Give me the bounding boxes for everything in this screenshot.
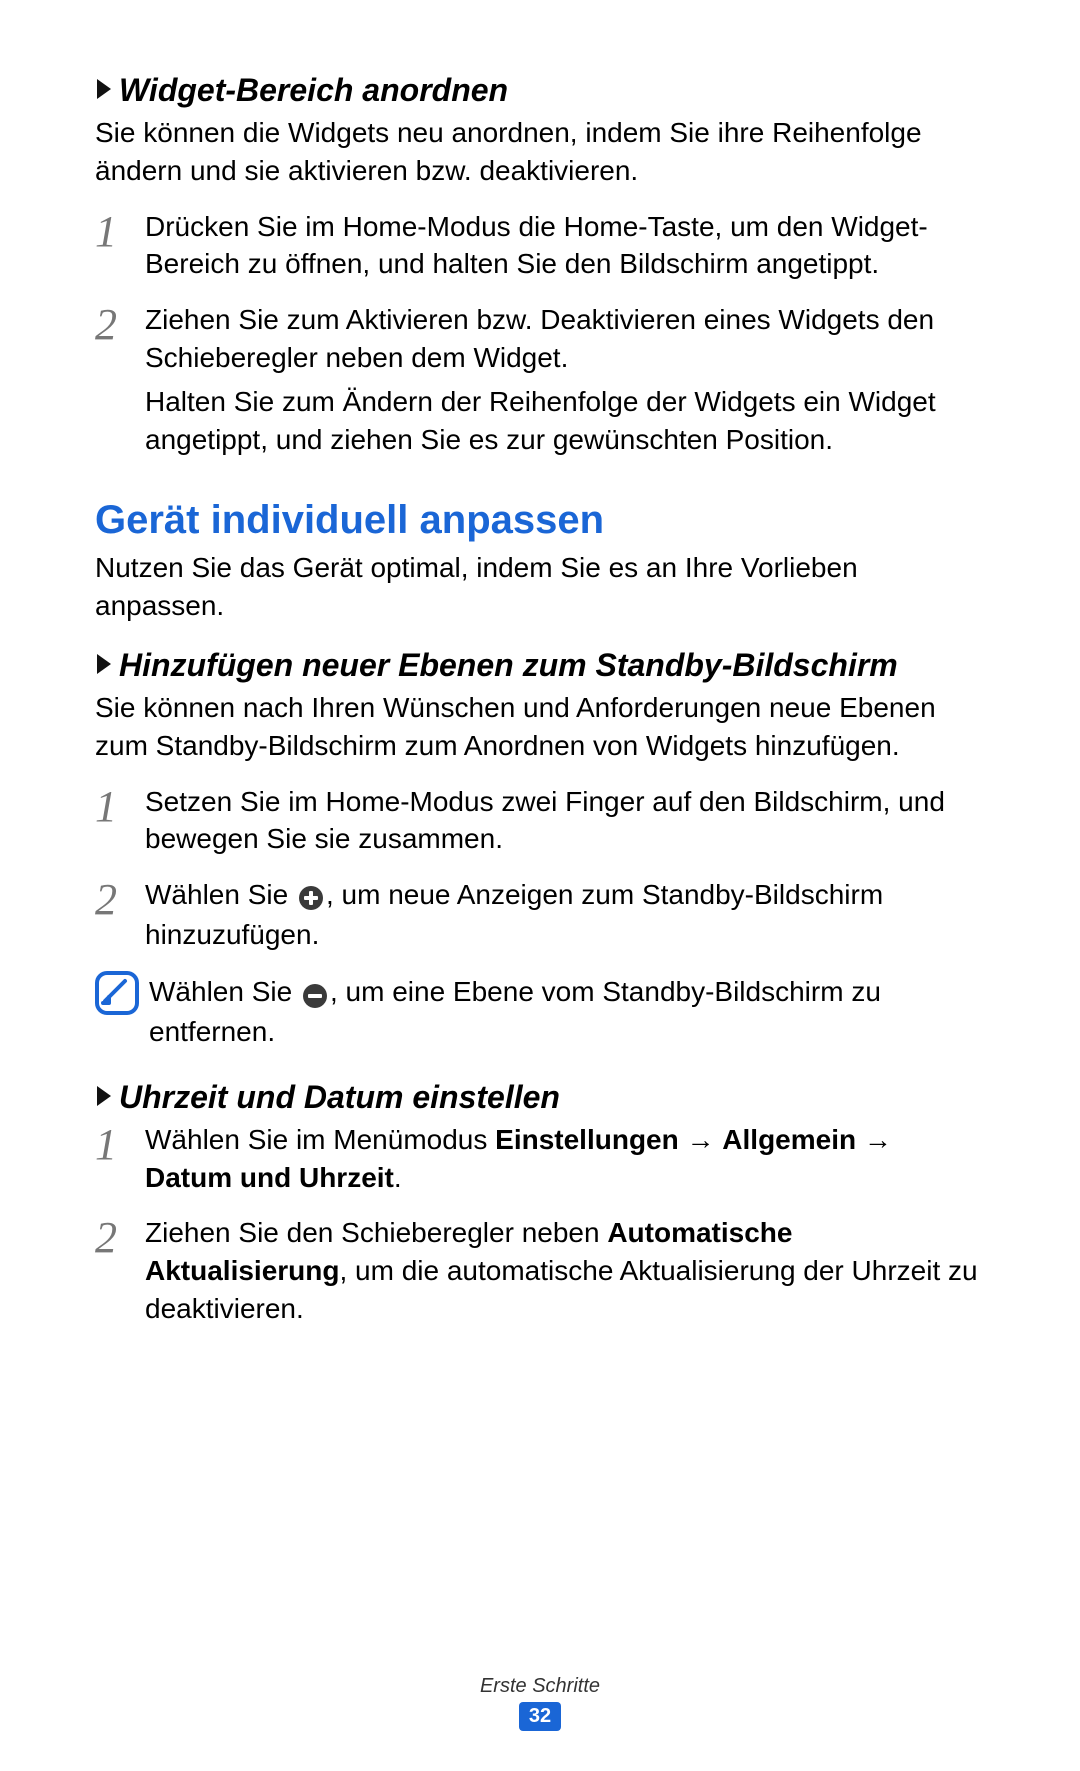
note: Wählen Sie , um eine Ebene vom Standby-B… xyxy=(95,971,985,1050)
text-part: Wählen Sie xyxy=(145,879,296,910)
text-part: → xyxy=(679,1124,723,1155)
minus-circle-icon xyxy=(302,975,328,1013)
footer-text: Erste Schritte xyxy=(0,1675,1080,1698)
intro-add-layers: Sie können nach Ihren Wünschen und Anfor… xyxy=(95,689,985,765)
step-2: 2 Wählen Sie , um neue Anzeigen zum Stan… xyxy=(95,876,985,953)
note-icon xyxy=(95,971,145,1020)
step-2: 2 Ziehen Sie zum Aktivieren bzw. Deaktiv… xyxy=(95,301,985,458)
heading-text: Uhrzeit und Datum einstellen xyxy=(119,1079,560,1115)
chevron-right-icon xyxy=(95,645,113,685)
step-text: Wählen Sie im Menümodus Einstellungen → … xyxy=(145,1121,985,1197)
page-number: 32 xyxy=(519,1702,561,1731)
step-text: Setzen Sie im Home-Modus zwei Finger auf… xyxy=(145,783,985,859)
text-part: . xyxy=(394,1162,402,1193)
step-text: Ziehen Sie zum Aktivieren bzw. Deaktivie… xyxy=(145,301,985,458)
intro-customize: Nutzen Sie das Gerät optimal, indem Sie … xyxy=(95,549,985,625)
intro-widget-area: Sie können die Widgets neu anordnen, ind… xyxy=(95,114,985,190)
step-number: 1 xyxy=(95,208,145,284)
heading-time-date: Uhrzeit und Datum einstellen xyxy=(95,1077,985,1117)
text-part: Wählen Sie im Menümodus xyxy=(145,1124,495,1155)
page: Widget-Bereich anordnen Sie können die W… xyxy=(0,0,1080,1771)
step-text: Wählen Sie , um neue Anzeigen zum Standb… xyxy=(145,876,985,953)
step-number: 2 xyxy=(95,876,145,953)
step-number: 2 xyxy=(95,301,145,458)
chevron-right-icon xyxy=(95,70,113,110)
page-footer: Erste Schritte 32 xyxy=(0,1675,1080,1731)
heading-add-layers: Hinzufügen neuer Ebenen zum Standby-Bild… xyxy=(95,645,985,685)
step-text-line: Ziehen Sie zum Aktivieren bzw. Deaktivie… xyxy=(145,301,985,377)
step-1: 1 Wählen Sie im Menümodus Einstellungen … xyxy=(95,1121,985,1197)
text-part: Wählen Sie xyxy=(149,976,300,1007)
step-2: 2 Ziehen Sie den Schieberegler neben Aut… xyxy=(95,1214,985,1327)
heading-text: Widget-Bereich anordnen xyxy=(119,72,508,108)
note-text: Wählen Sie , um eine Ebene vom Standby-B… xyxy=(145,971,985,1050)
heading-text: Hinzufügen neuer Ebenen zum Standby-Bild… xyxy=(119,647,898,683)
step-1: 1 Drücken Sie im Home-Modus die Home-Tas… xyxy=(95,208,985,284)
chevron-right-icon xyxy=(95,1077,113,1117)
step-text: Ziehen Sie den Schieberegler neben Autom… xyxy=(145,1214,985,1327)
step-number: 1 xyxy=(95,1121,145,1197)
page-number-wrap: 32 xyxy=(0,1702,1080,1731)
heading-widget-area: Widget-Bereich anordnen xyxy=(95,70,985,110)
plus-circle-icon xyxy=(298,878,324,916)
bold-part: Allgemein xyxy=(722,1124,856,1155)
step-1: 1 Setzen Sie im Home-Modus zwei Finger a… xyxy=(95,783,985,859)
text-part: Ziehen Sie den Schieberegler neben xyxy=(145,1217,607,1248)
step-number: 1 xyxy=(95,783,145,859)
step-text-line: Halten Sie zum Ändern der Reihenfolge de… xyxy=(145,383,985,459)
bold-part: Datum und Uhrzeit xyxy=(145,1162,394,1193)
bold-part: Einstellungen xyxy=(495,1124,679,1155)
heading-customize-device: Gerät individuell anpassen xyxy=(95,498,985,543)
step-text: Drücken Sie im Home-Modus die Home-Taste… xyxy=(145,208,985,284)
step-number: 2 xyxy=(95,1214,145,1327)
text-part: → xyxy=(856,1124,892,1155)
